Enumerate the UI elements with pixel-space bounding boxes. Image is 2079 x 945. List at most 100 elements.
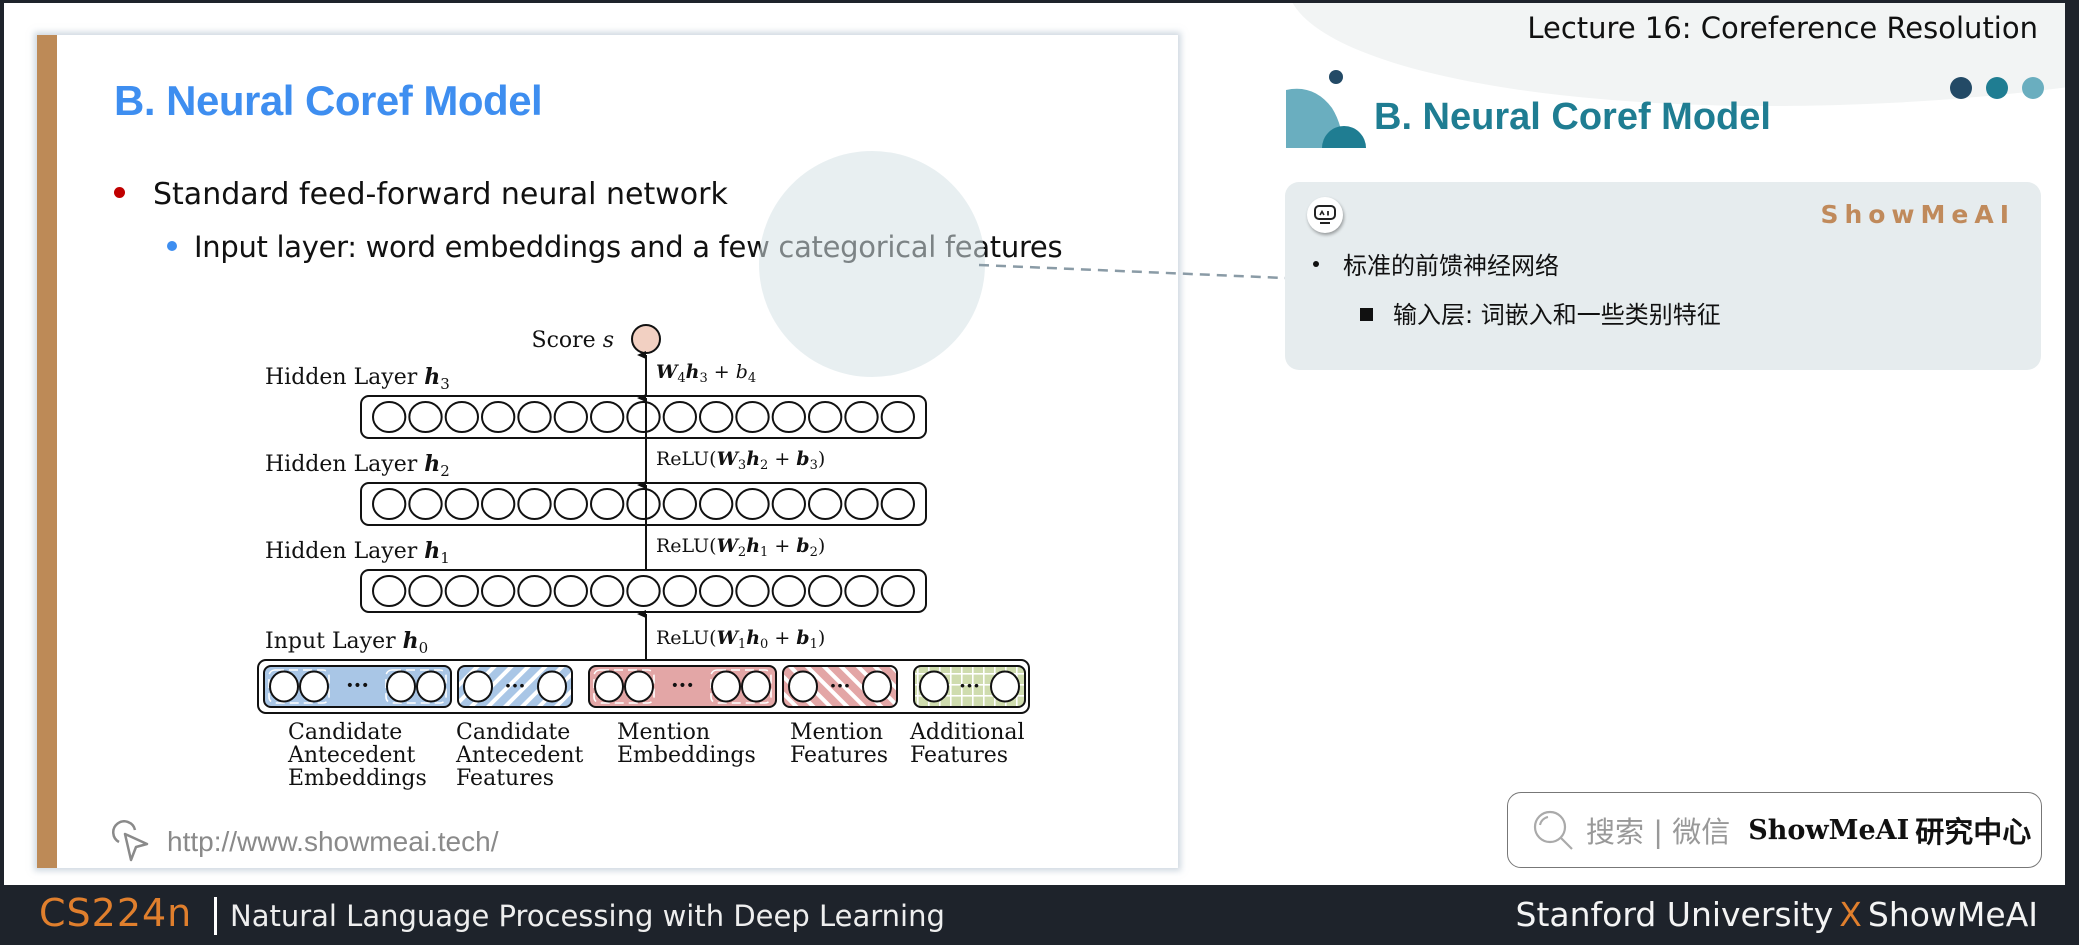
input-group-label: Antecedent [287, 743, 416, 768]
neuron [590, 488, 625, 520]
neuron [408, 575, 443, 607]
neuron [590, 575, 625, 607]
neuron [844, 575, 879, 607]
ellipsis: ··· [830, 674, 851, 698]
transition-formula: ReLU(W3h2 + b3) [656, 448, 825, 473]
footer-divider [214, 897, 217, 935]
transition-formula: W4h3 + b4 [656, 361, 756, 386]
neuron [880, 488, 915, 520]
dot-dark [1950, 77, 1972, 99]
network-diagram: Score s W4h3 + b4 Hidden Layer h3 ReLU(W3h2… [257, 324, 1030, 791]
robot-face-icon [1307, 197, 1343, 233]
neuron [808, 575, 843, 607]
neuron [880, 401, 915, 433]
neuron [553, 575, 588, 607]
score-label: Score s [532, 328, 614, 353]
input-group-label: Features [790, 743, 888, 768]
neuron [808, 401, 843, 433]
neuron [481, 575, 516, 607]
decorative-dots [1950, 77, 2044, 99]
input-neuron [537, 670, 567, 703]
input-neuron [990, 670, 1020, 703]
note-text: 输入层: 词嵌入和一些类别特征 [1393, 301, 1721, 329]
layer-label: Input Layer h0 [265, 628, 428, 657]
input-neuron [269, 670, 299, 703]
neuron [444, 575, 480, 607]
input-group-label: Candidate [288, 720, 402, 745]
note-level-2: 输入层: 词嵌入和一些类别特征 [1360, 295, 1721, 330]
input-neuron [463, 670, 493, 703]
input-neuron [624, 670, 654, 703]
bullet-dot [1313, 261, 1319, 267]
input-neuron [386, 670, 416, 703]
dot-teal [1986, 77, 2008, 99]
cursor-click-icon [112, 820, 149, 862]
input-neuron [741, 670, 771, 703]
search-suffix: 研究中心 [1915, 815, 2032, 849]
neuron [481, 401, 516, 433]
input-group-label: Features [456, 766, 554, 791]
neuron [408, 488, 443, 520]
neuron [880, 575, 915, 607]
layer-label: Hidden Layer h1 [265, 538, 450, 567]
lecture-title: Lecture 16: Coreference Resolution [1527, 11, 2038, 45]
neuron [626, 575, 661, 607]
neuron [662, 575, 697, 607]
score-node [631, 324, 661, 354]
course-name: Natural Language Processing with Deep Le… [230, 899, 945, 933]
input-group-label: Mention [790, 720, 883, 745]
transition-formula: ReLU(W2h1 + b2) [656, 535, 825, 560]
neuron [771, 488, 806, 520]
page-frame: B. Neural Coref Model Standard feed-forw… [0, 0, 2079, 945]
ellipsis: ··· [959, 674, 980, 698]
highlight-circle [759, 151, 985, 377]
transition-formula: ReLU(W1h0 + b1) [656, 627, 825, 652]
neuron [662, 401, 697, 433]
neuron [553, 401, 588, 433]
lecture-slide: B. Neural Coref Model Standard feed-forw… [37, 35, 1178, 868]
input-group-label: Features [910, 743, 1008, 768]
neuron [553, 488, 588, 520]
dot-light [2022, 77, 2044, 99]
neuron [735, 575, 770, 607]
input-group-label: Mention [617, 720, 710, 745]
note-level-1: 标准的前馈神经网络 [1313, 246, 1559, 281]
search-brand: ShowMeAI [1748, 814, 1910, 846]
neuron [408, 401, 443, 433]
wechat-search-box[interactable]: 搜索 | 微信 ShowMeAI 研究中心 [1507, 792, 2042, 868]
course-code: CS224n [39, 891, 193, 935]
input-neuron [416, 670, 446, 703]
notes-card: ShowMeAI 标准的前馈神经网络 输入层: 词嵌入和一些类别特征 [1285, 182, 2041, 370]
input-neuron [788, 670, 818, 703]
input-group-label: Embeddings [617, 743, 756, 768]
credit-brand: ShowMeAI [1867, 895, 2038, 934]
note-text: 标准的前馈神经网络 [1343, 252, 1559, 280]
neuron [699, 401, 734, 433]
ellipsis: ··· [671, 673, 694, 699]
neuron [517, 401, 552, 433]
website-url[interactable]: http://www.showmeai.tech/ [167, 826, 498, 858]
search-icon [1533, 810, 1573, 850]
neuron [844, 401, 879, 433]
input-group-label: Antecedent [455, 743, 584, 768]
brand-watermark: ShowMeAI [1820, 200, 2015, 229]
website-link[interactable]: http://www.showmeai.tech/ [109, 820, 498, 864]
neuron [771, 401, 806, 433]
neuron [517, 488, 552, 520]
neuron [626, 488, 661, 520]
input-neuron [862, 670, 892, 703]
slide-canvas: B. Neural Coref Model Standard feed-forw… [4, 3, 2065, 885]
ellipsis: ··· [505, 674, 526, 698]
input-neuron [594, 670, 624, 703]
neuron [808, 488, 843, 520]
neuron [517, 575, 552, 607]
section-title: B. Neural Coref Model [1374, 96, 1771, 138]
bullet-square [1360, 307, 1373, 321]
neuron [444, 401, 480, 433]
footer-bar: CS224n Natural Language Processing with … [0, 885, 2079, 945]
neuron [372, 488, 407, 520]
neuron [444, 488, 480, 520]
neuron [735, 401, 770, 433]
neuron [735, 488, 770, 520]
input-neuron [711, 670, 741, 703]
